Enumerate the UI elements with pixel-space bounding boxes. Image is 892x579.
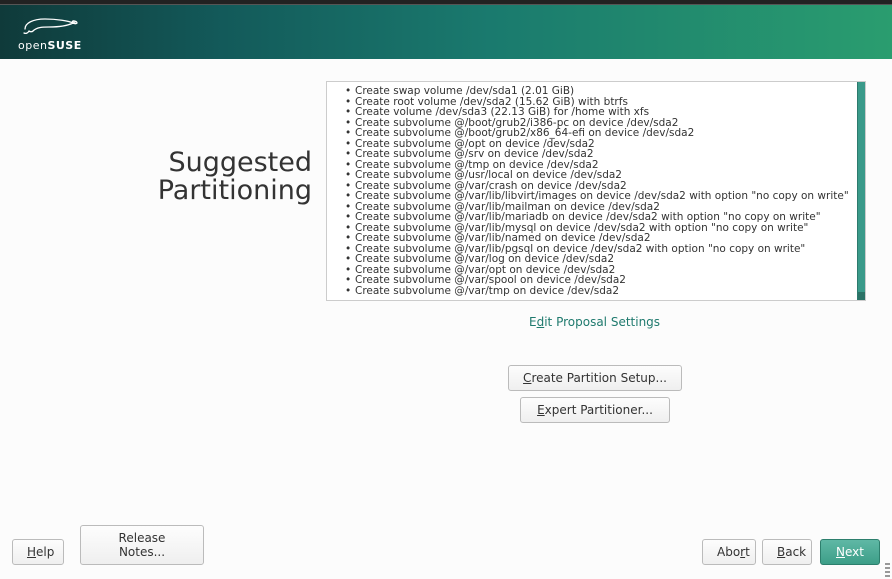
proposal-item: Create subvolume @/srv on device /dev/sd…	[345, 149, 853, 160]
proposal-list: Create swap volume /dev/sda1 (2.01 GiB) C…	[345, 86, 853, 296]
proposal-item: Create swap volume /dev/sda1 (2.01 GiB)	[345, 86, 853, 97]
scrollbar-thumb[interactable]	[858, 292, 865, 300]
proposal-item: Create subvolume @/usr/local on device /…	[345, 170, 853, 181]
proposal-item: Create subvolume @/var/tmp on device /de…	[345, 286, 853, 297]
resize-grip-icon[interactable]	[885, 561, 890, 577]
proposal-panel: Create swap volume /dev/sda1 (2.01 GiB) C…	[326, 81, 866, 301]
edit-proposal-settings-button[interactable]: Edit Proposal Settings	[515, 310, 674, 334]
back-button[interactable]: Back	[762, 539, 812, 565]
content-area: Suggested Partitioning Create swap volum…	[2, 59, 890, 577]
release-notes-button[interactable]: Release Notes...	[80, 525, 204, 565]
proposal-item: Create subvolume @/var/lib/libvirt/image…	[345, 191, 853, 202]
page-title: Suggested Partitioning	[72, 149, 312, 206]
heading-line2: Partitioning	[158, 175, 312, 206]
proposal-item: Create volume /dev/sda3 (22.13 GiB) for …	[345, 107, 853, 118]
proposal-item: Create subvolume @/boot/grub2/x86_64-efi…	[345, 128, 853, 139]
proposal-text[interactable]: Create swap volume /dev/sda1 (2.01 GiB) C…	[327, 82, 859, 300]
geeko-icon	[19, 13, 81, 37]
proposal-item: Create subvolume @/var/lib/named on devi…	[345, 233, 853, 244]
heading-line1: Suggested	[168, 147, 312, 178]
opensuse-logo: openSUSE	[18, 13, 82, 52]
abort-button[interactable]: Abort	[702, 539, 756, 565]
create-partition-setup-button[interactable]: Create Partition Setup...	[508, 365, 682, 391]
proposal-item: Create subvolume @/var/log on device /de…	[345, 254, 853, 265]
expert-partitioner-button[interactable]: Expert Partitioner...	[520, 397, 670, 423]
help-button[interactable]: Help	[12, 539, 64, 565]
next-button[interactable]: Next	[820, 539, 880, 565]
brand-name: openSUSE	[18, 39, 82, 52]
header-bar: openSUSE	[0, 5, 892, 59]
proposal-scrollbar[interactable]	[857, 82, 865, 300]
proposal-item: Create subvolume @/var/spool on device /…	[345, 275, 853, 286]
proposal-item: Create subvolume @/var/lib/mariadb on de…	[345, 212, 853, 223]
